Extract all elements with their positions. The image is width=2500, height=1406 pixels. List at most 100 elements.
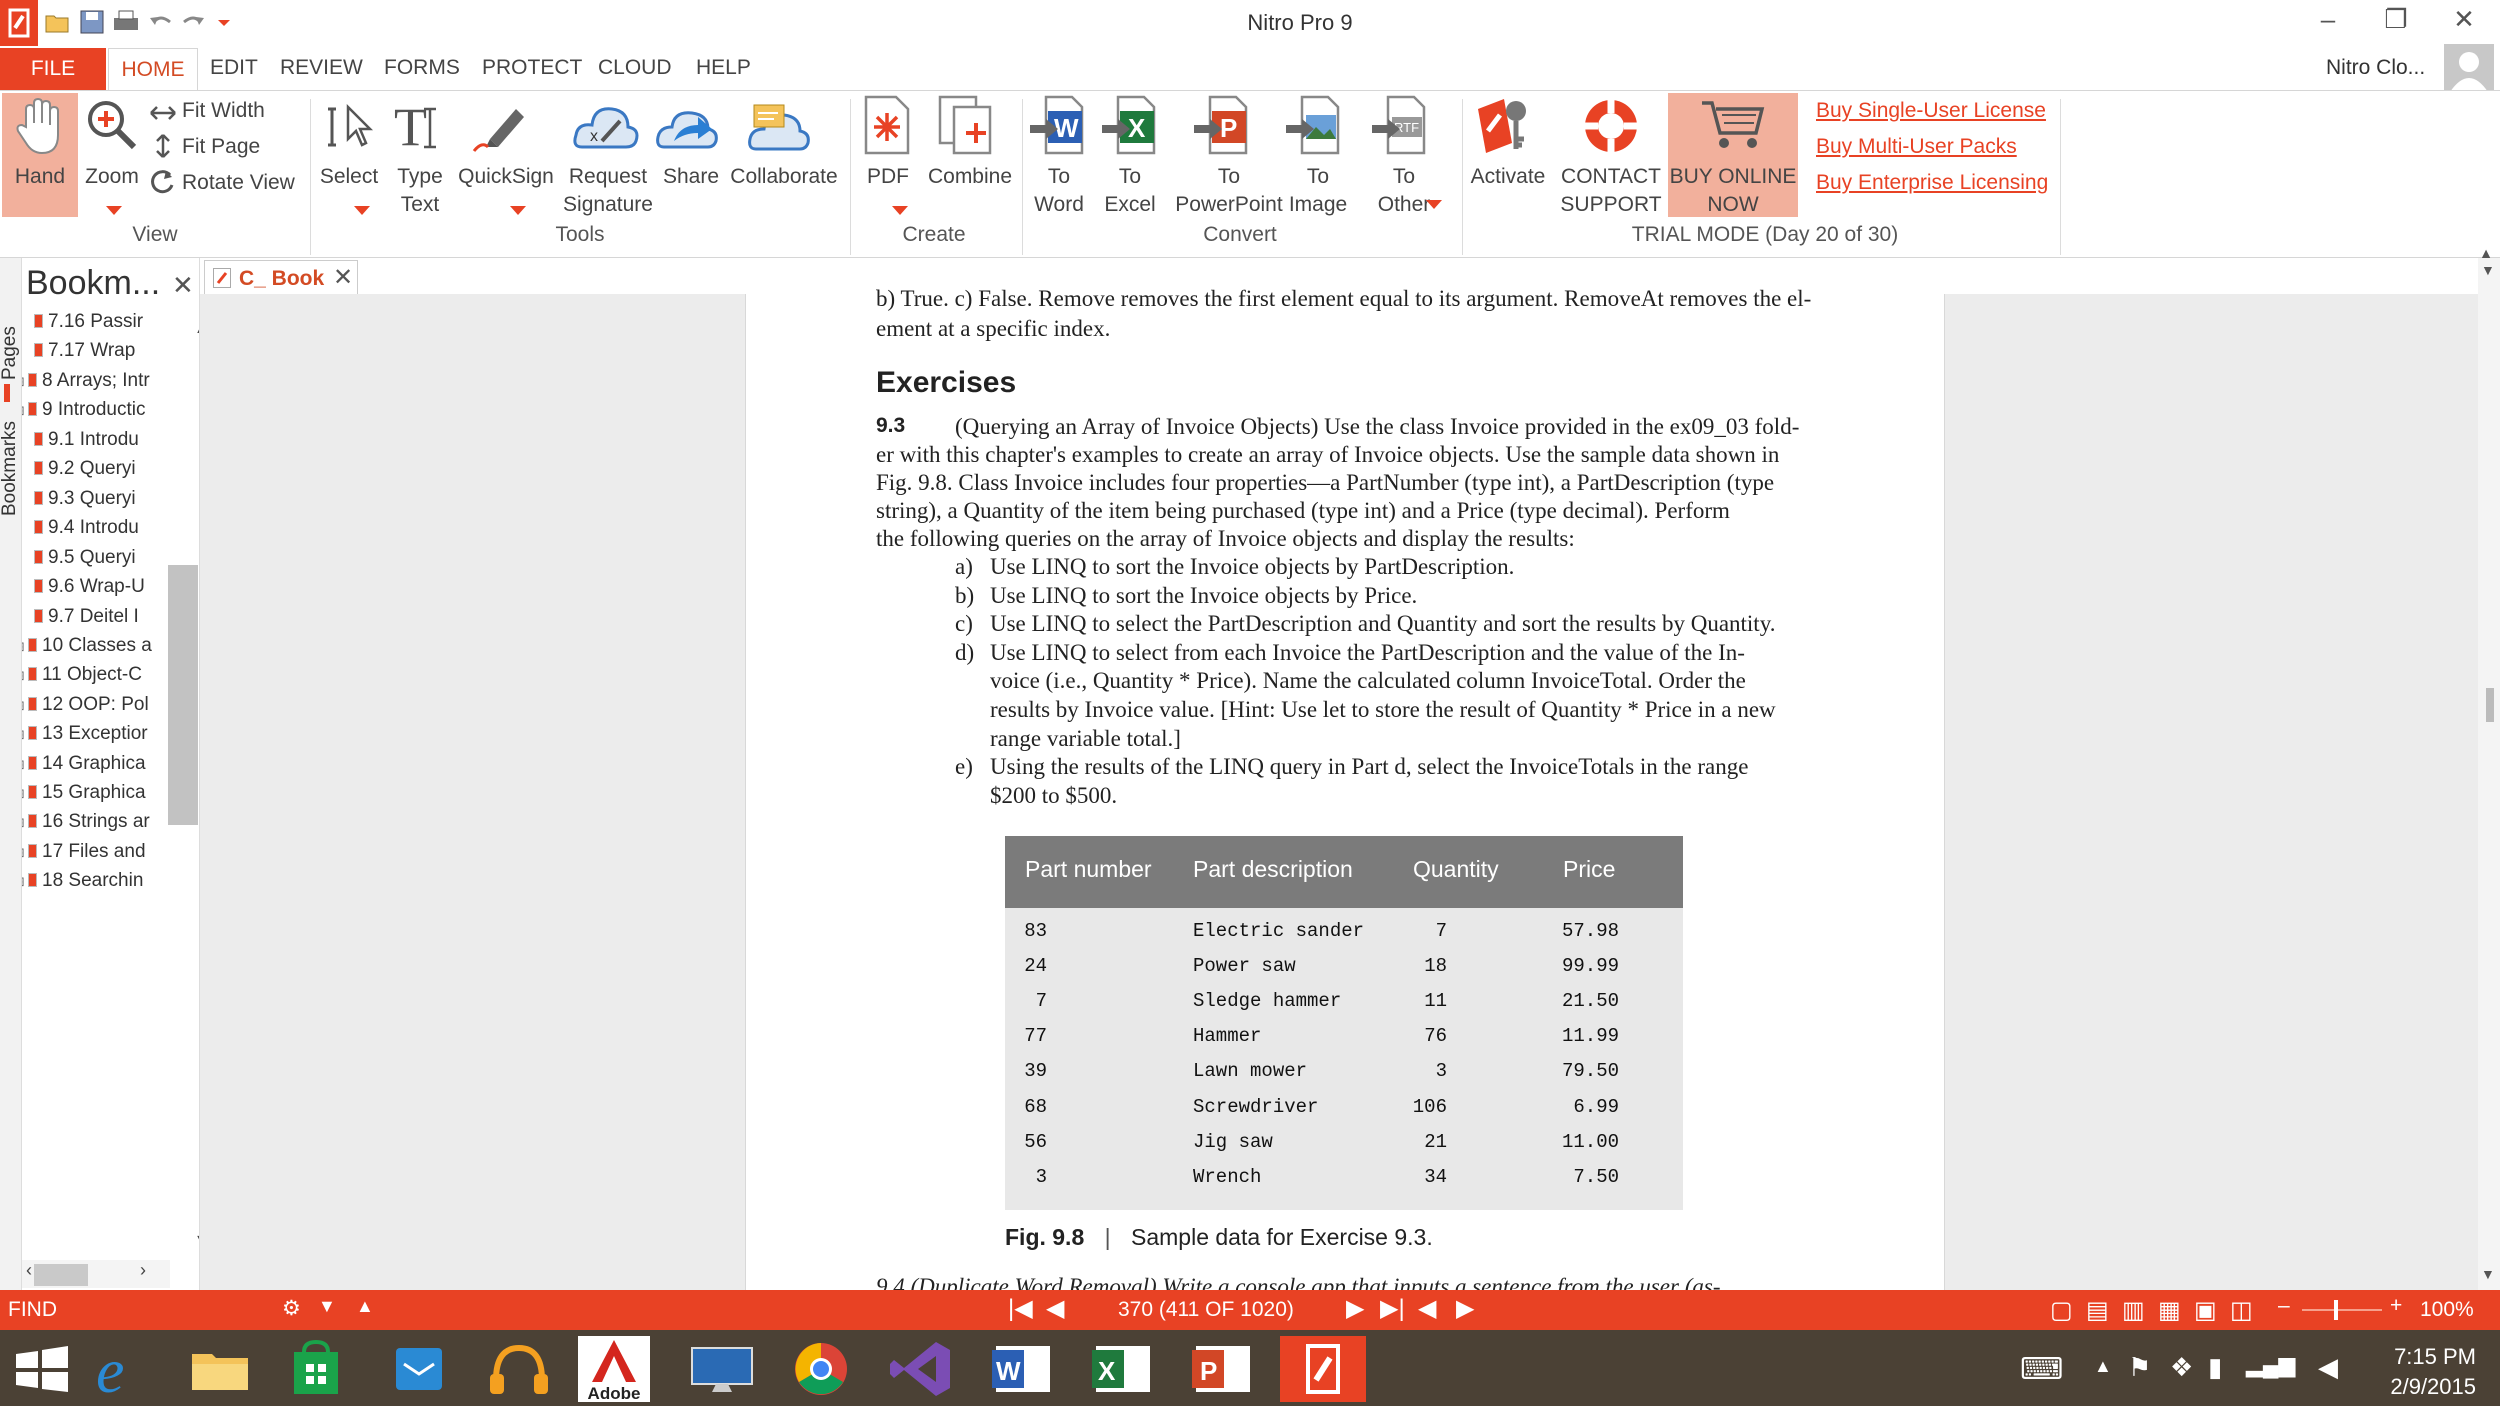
show-hidden-icons-icon[interactable]: ▲ (2094, 1356, 2112, 1377)
avatar[interactable] (2444, 44, 2494, 92)
zoom-dropdown-icon[interactable] (104, 195, 124, 223)
mail-icon[interactable] (376, 1336, 462, 1402)
facing-continuous-view-icon[interactable]: ▦ (2158, 1296, 2181, 1325)
tab-help[interactable]: HELP (696, 56, 751, 80)
tab-protect[interactable]: PROTECT (482, 56, 582, 80)
continuous-view-icon[interactable]: ▤ (2086, 1296, 2109, 1325)
rotate-view-button[interactable]: Rotate View (182, 169, 295, 197)
bookmark-item[interactable]: ⊟9 Introductic (22, 396, 146, 424)
to-powerpoint-button[interactable]: To PowerPoint (1164, 163, 1294, 219)
network-signal-icon[interactable]: ▂▄▆ (2246, 1352, 2295, 1378)
scroll-up-icon[interactable]: ▼ (2481, 262, 2495, 278)
bookmark-item[interactable]: 9.6 Wrap-U (34, 573, 145, 601)
to-excel-button[interactable]: To Excel (1096, 163, 1164, 219)
bookmark-item[interactable]: ⊞15 Graphica (22, 779, 146, 807)
tab-review[interactable]: REVIEW (280, 56, 363, 80)
first-page-icon[interactable]: |◀ (1008, 1294, 1033, 1323)
bookmark-item[interactable]: 9.3 Queryi (34, 485, 136, 513)
fit-page-button[interactable]: Fit Page (182, 133, 260, 161)
previous-page-icon[interactable]: ◀ (1046, 1294, 1064, 1323)
windows-store-icon[interactable] (278, 1336, 364, 1402)
visual-studio-icon[interactable] (880, 1336, 966, 1402)
bookmark-item[interactable]: ⊞16 Strings ar (22, 808, 150, 836)
open-icon[interactable] (44, 8, 72, 36)
find-settings-icon[interactable]: ⚙ (282, 1296, 301, 1321)
tab-edit[interactable]: EDIT (210, 56, 258, 80)
excel-icon[interactable]: X (1080, 1336, 1166, 1402)
next-page-icon[interactable]: ▶ (1346, 1294, 1364, 1323)
buy-online-button[interactable]: BUY ONLINE NOW (1668, 163, 1798, 219)
single-page-view-icon[interactable]: ▢ (2050, 1296, 2073, 1325)
close-panel-icon[interactable]: ✕ (172, 270, 194, 301)
music-headphones-icon[interactable] (476, 1336, 562, 1402)
bookmark-item[interactable]: 9.5 Queryi (34, 544, 136, 572)
bookmarks-scroll-thumb[interactable] (168, 565, 198, 825)
restore-button[interactable]: ❐ (2366, 4, 2426, 35)
request-signature-button[interactable]: Request Signature (560, 163, 656, 219)
word-icon[interactable]: W (980, 1336, 1066, 1402)
redo-icon[interactable] (180, 8, 208, 36)
bookmark-item[interactable]: 9.1 Introdu (34, 426, 139, 454)
bookmark-item[interactable]: ⊞18 Searchin (22, 867, 143, 895)
last-page-icon[interactable]: ▶| (1380, 1294, 1405, 1323)
bookmark-item[interactable]: ⊞14 Graphica (22, 750, 146, 778)
minimize-button[interactable]: – (2298, 4, 2358, 35)
file-explorer-icon[interactable] (178, 1336, 264, 1402)
tab-forms[interactable]: FORMS (384, 56, 460, 80)
activate-button[interactable]: Activate (1464, 163, 1552, 191)
share-button[interactable]: Share (656, 163, 726, 191)
bookmarks-hscroll-thumb[interactable] (34, 1264, 88, 1286)
pdf-dropdown-icon[interactable] (890, 195, 910, 223)
select-dropdown-icon[interactable] (352, 195, 372, 223)
volume-icon[interactable]: ◀ (2318, 1352, 2338, 1383)
scroll-left-icon[interactable]: ‹ (26, 1260, 32, 1281)
system-clock[interactable]: 7:15 PM 2/9/2015 (2362, 1342, 2476, 1402)
scroll-right-icon[interactable]: › (140, 1260, 146, 1281)
to-image-button[interactable]: To Image (1284, 163, 1352, 219)
bookmark-item[interactable]: ⊞8 Arrays; Intr (22, 367, 150, 395)
lenovo-monitor-icon[interactable] (680, 1336, 766, 1402)
bookmark-item[interactable]: ⊞13 Exceptior (22, 720, 148, 748)
document-scrollbar[interactable]: ▼ ▼ (2478, 258, 2500, 1290)
zoom-out-icon[interactable]: – (2278, 1294, 2290, 1318)
bookmark-item[interactable]: ⊞11 Object-C (22, 661, 142, 689)
zoom-slider-thumb[interactable] (2334, 1300, 2338, 1320)
buy-enterprise-link[interactable]: Buy Enterprise Licensing (1816, 171, 2048, 195)
page-number-display[interactable]: 370 (411 OF 1020) (1118, 1298, 1294, 1322)
bookmark-item[interactable]: 9.7 Deitel I (34, 603, 139, 631)
bookmark-item[interactable]: 9.2 Queryi (34, 455, 136, 483)
full-screen-icon[interactable]: ◫ (2230, 1296, 2253, 1325)
buy-single-user-link[interactable]: Buy Single-User License (1816, 99, 2046, 123)
bookmark-item[interactable]: 9.4 Introdu (34, 514, 139, 542)
convert-dropdown-icon[interactable] (1424, 189, 1444, 217)
powerpoint-icon[interactable]: P (1180, 1336, 1266, 1402)
close-tab-icon[interactable]: ✕ (333, 263, 353, 292)
bookmark-item[interactable]: 7.16 Passir (34, 308, 143, 336)
facing-view-icon[interactable]: ▥ (2122, 1296, 2145, 1325)
undo-icon[interactable] (146, 8, 174, 36)
print-icon[interactable] (112, 8, 140, 36)
bookmark-item[interactable]: ⊞17 Files and (22, 838, 146, 866)
hand-button[interactable]: Hand (4, 163, 76, 191)
bookmark-item[interactable]: ⊞10 Classes a (22, 632, 152, 660)
zoom-level[interactable]: 100% (2420, 1298, 2474, 1322)
battery-icon[interactable]: ▮ (2208, 1352, 2222, 1383)
find-previous-icon[interactable]: ▼ (318, 1296, 336, 1317)
bookmark-item[interactable]: 7.17 Wrap (34, 337, 135, 365)
combine-button[interactable]: Combine (920, 163, 1020, 191)
select-button[interactable]: Select (314, 163, 384, 191)
dropbox-icon[interactable]: ❖ (2170, 1352, 2193, 1383)
zoom-button[interactable]: Zoom (80, 163, 144, 191)
find-label[interactable]: FIND (8, 1298, 57, 1322)
document-tab[interactable]: C_ Book ✕ (204, 260, 358, 294)
collaborate-button[interactable]: Collaborate (726, 163, 842, 191)
nitro-pro-taskbar-icon[interactable] (1280, 1336, 1366, 1402)
presentation-view-icon[interactable]: ▣ (2194, 1296, 2217, 1325)
nitro-logo-icon[interactable] (0, 0, 38, 46)
fit-width-button[interactable]: Fit Width (182, 97, 265, 125)
to-word-button[interactable]: To Word (1024, 163, 1094, 219)
bookmark-item[interactable]: ⊞12 OOP: Pol (22, 691, 149, 719)
pdf-button[interactable]: PDF (858, 163, 918, 191)
zoom-in-icon[interactable]: + (2390, 1294, 2402, 1318)
tab-home[interactable]: HOME (108, 48, 198, 91)
